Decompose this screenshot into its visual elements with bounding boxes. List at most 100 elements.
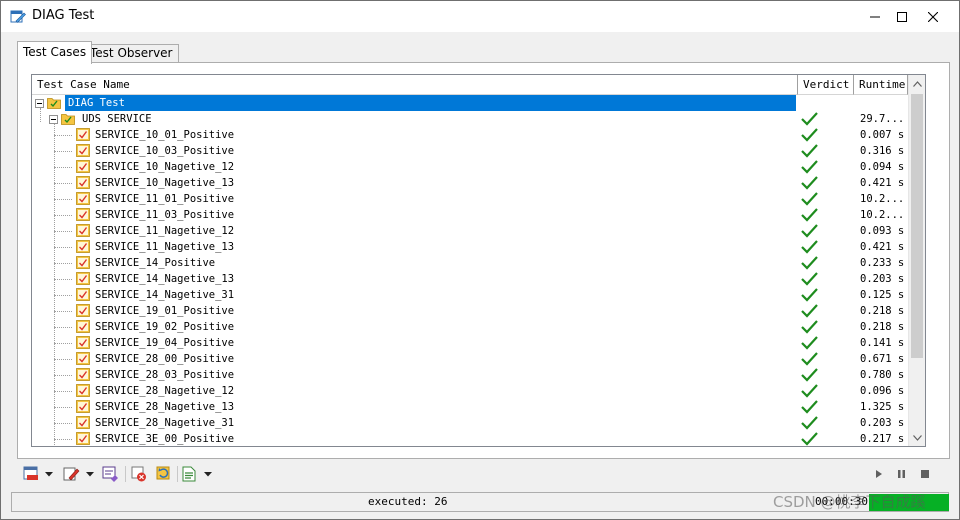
test-case-tree[interactable]: Test Case Name Verdict Runtime DIAG Test… bbox=[31, 74, 926, 447]
observer-button[interactable] bbox=[102, 465, 120, 483]
document-button[interactable] bbox=[182, 465, 196, 483]
pass-check-icon bbox=[801, 160, 818, 174]
test-case-runtime: 0.141 s bbox=[860, 337, 905, 349]
scroll-thumb[interactable] bbox=[911, 94, 923, 358]
tree-line bbox=[54, 311, 72, 312]
title-bar: DIAG Test bbox=[1, 1, 959, 32]
test-case-row[interactable]: SERVICE_10_Nagetive_12 0.094 s bbox=[32, 159, 908, 175]
test-case-name: SERVICE_11_Nagetive_13 bbox=[95, 241, 235, 253]
refresh-button[interactable] bbox=[156, 465, 172, 483]
test-group-icon bbox=[61, 114, 75, 125]
test-case-row[interactable]: SERVICE_19_01_Positive 0.218 s bbox=[32, 303, 908, 319]
test-case-icon bbox=[76, 368, 90, 381]
test-case-row[interactable]: SERVICE_10_Nagetive_13 0.421 s bbox=[32, 175, 908, 191]
test-case-row[interactable]: SERVICE_14_Positive 0.233 s bbox=[32, 255, 908, 271]
dropdown-arrow-icon bbox=[204, 471, 212, 476]
test-case-row[interactable]: SERVICE_28_Nagetive_31 0.203 s bbox=[32, 415, 908, 431]
test-suite-icon bbox=[47, 98, 61, 109]
vertical-scrollbar[interactable] bbox=[908, 75, 925, 446]
test-case-icon bbox=[76, 176, 90, 189]
test-case-icon bbox=[76, 320, 90, 333]
collapse-icon[interactable] bbox=[49, 115, 58, 124]
tree-line bbox=[54, 359, 72, 360]
test-case-row[interactable]: SERVICE_10_01_Positive 0.007 s bbox=[32, 127, 908, 143]
test-case-name: SERVICE_28_00_Positive bbox=[95, 353, 235, 365]
test-case-icon bbox=[76, 192, 90, 205]
tab-test-observer[interactable]: Test Observer bbox=[84, 44, 179, 63]
test-case-icon bbox=[76, 384, 90, 397]
test-case-row[interactable]: SERVICE_19_02_Positive 0.218 s bbox=[32, 319, 908, 335]
test-case-icon bbox=[76, 128, 90, 141]
scroll-up-button[interactable] bbox=[909, 75, 925, 92]
test-case-row[interactable]: SERVICE_28_Nagetive_12 0.096 s bbox=[32, 383, 908, 399]
test-case-icon bbox=[76, 336, 90, 349]
play-button[interactable] bbox=[875, 465, 883, 483]
document-dropdown[interactable] bbox=[204, 465, 212, 483]
tree-line bbox=[54, 199, 72, 200]
stop-button[interactable] bbox=[920, 465, 930, 483]
document-icon bbox=[182, 466, 196, 482]
tab-test-cases[interactable]: Test Cases bbox=[17, 41, 93, 64]
tree-line bbox=[54, 135, 72, 136]
test-case-row[interactable]: SERVICE_11_03_Positive 10.2... bbox=[32, 207, 908, 223]
test-case-row[interactable]: SERVICE_19_04_Positive 0.141 s bbox=[32, 335, 908, 351]
test-case-runtime: 0.421 s bbox=[860, 177, 905, 189]
tree-group-row[interactable]: UDS SERVICE 29.7... bbox=[32, 111, 908, 127]
test-case-name: SERVICE_10_Nagetive_13 bbox=[95, 177, 235, 189]
test-case-icon bbox=[76, 160, 90, 173]
test-case-row[interactable]: SERVICE_28_Nagetive_13 1.325 s bbox=[32, 399, 908, 415]
report-dropdown[interactable] bbox=[45, 465, 53, 483]
test-case-icon bbox=[76, 208, 90, 221]
test-case-row[interactable]: SERVICE_28_00_Positive 0.671 s bbox=[32, 351, 908, 367]
report-icon bbox=[23, 466, 38, 480]
test-case-row[interactable]: SERVICE_14_Nagetive_13 0.203 s bbox=[32, 271, 908, 287]
test-case-row[interactable]: SERVICE_11_01_Positive 10.2... bbox=[32, 191, 908, 207]
column-header-name[interactable]: Test Case Name bbox=[32, 75, 798, 95]
test-case-icon bbox=[76, 400, 90, 413]
close-button[interactable] bbox=[915, 1, 951, 32]
observer-icon bbox=[102, 466, 118, 482]
tree-line bbox=[54, 439, 72, 440]
pass-check-icon bbox=[801, 400, 818, 414]
collapse-icon[interactable] bbox=[35, 99, 44, 108]
test-case-name: SERVICE_10_Nagetive_12 bbox=[95, 161, 235, 173]
test-case-name: SERVICE_11_01_Positive bbox=[95, 193, 235, 205]
column-header-verdict[interactable]: Verdict bbox=[798, 75, 854, 95]
edit-dropdown[interactable] bbox=[86, 465, 94, 483]
test-case-runtime: 10.2... bbox=[860, 209, 905, 221]
test-case-icon bbox=[76, 416, 90, 429]
scroll-down-button[interactable] bbox=[909, 429, 925, 446]
tree-line bbox=[54, 327, 72, 328]
pass-check-icon bbox=[801, 240, 818, 254]
test-case-icon bbox=[76, 304, 90, 317]
test-case-icon bbox=[76, 256, 90, 269]
column-header-runtime[interactable]: Runtime bbox=[854, 75, 908, 95]
test-case-row[interactable]: SERVICE_14_Nagetive_31 0.125 s bbox=[32, 287, 908, 303]
tree-root-row[interactable]: DIAG Test bbox=[32, 95, 908, 111]
test-case-row[interactable]: SERVICE_3E_00_Positive 0.217 s bbox=[32, 431, 908, 446]
tree-line bbox=[54, 343, 72, 344]
tree-line bbox=[54, 247, 72, 248]
test-case-row[interactable]: SERVICE_11_Nagetive_13 0.421 s bbox=[32, 239, 908, 255]
test-case-name: SERVICE_28_Nagetive_13 bbox=[95, 401, 235, 413]
test-case-runtime: 0.218 s bbox=[860, 305, 905, 317]
test-case-name: SERVICE_19_01_Positive bbox=[95, 305, 235, 317]
edit-button[interactable] bbox=[63, 465, 80, 483]
test-case-row[interactable]: SERVICE_10_03_Positive 0.316 s bbox=[32, 143, 908, 159]
stop-test-button[interactable] bbox=[131, 465, 147, 483]
csdn-watermark: CSDN @桃李下自成蹊 bbox=[773, 493, 926, 511]
report-button[interactable] bbox=[23, 465, 40, 483]
diag-test-icon bbox=[10, 10, 26, 23]
close-icon bbox=[928, 11, 938, 22]
window-title: DIAG Test bbox=[32, 8, 95, 23]
test-case-row[interactable]: SERVICE_11_Nagetive_12 0.093 s bbox=[32, 223, 908, 239]
pause-button[interactable] bbox=[897, 465, 906, 483]
pass-check-icon bbox=[801, 112, 818, 126]
test-case-row[interactable]: SERVICE_28_03_Positive 0.780 s bbox=[32, 367, 908, 383]
test-case-runtime: 0.094 s bbox=[860, 161, 905, 173]
test-case-runtime: 0.093 s bbox=[860, 225, 905, 237]
tree-line bbox=[54, 183, 72, 184]
stop-icon bbox=[921, 470, 929, 478]
stop-test-icon bbox=[131, 466, 146, 482]
chevron-up-icon bbox=[913, 80, 922, 87]
